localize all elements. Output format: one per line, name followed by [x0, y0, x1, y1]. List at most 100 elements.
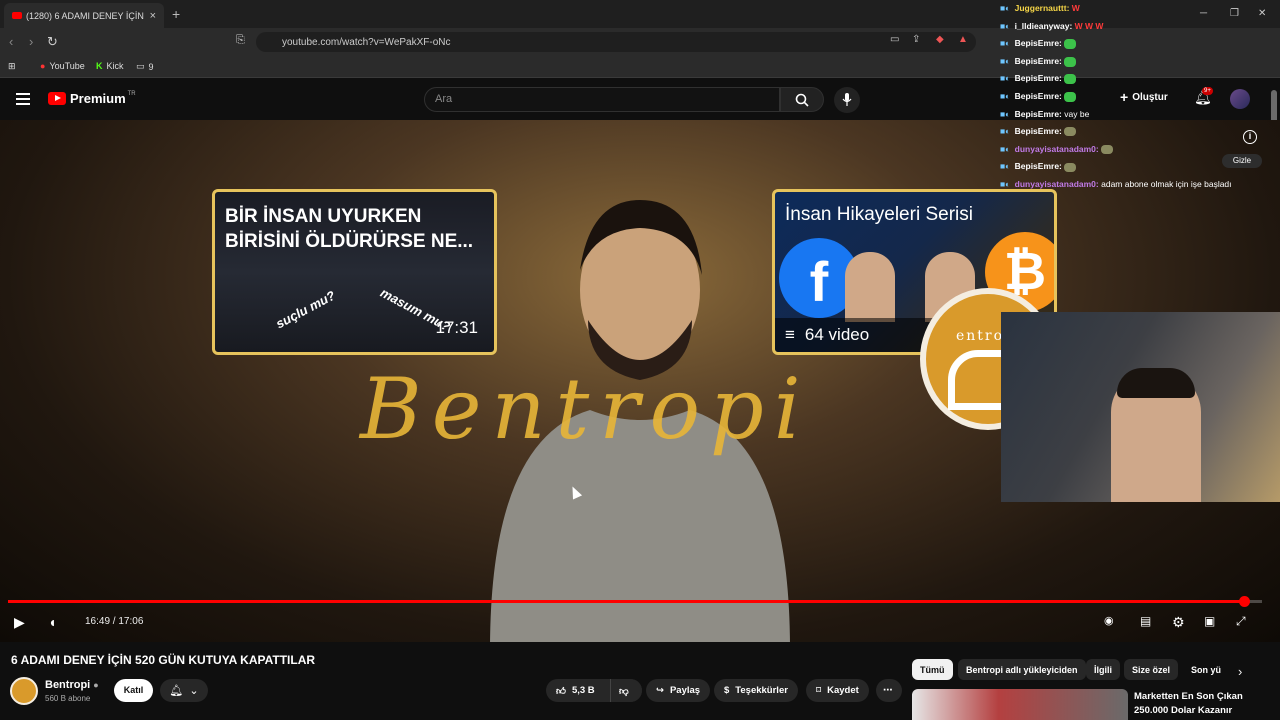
recommended-video-thumbnail[interactable]	[912, 689, 1128, 720]
chat-username[interactable]: BepisEmre:	[1015, 73, 1062, 83]
chat-message: ■◐ Juggernauttt: W	[1000, 0, 1270, 18]
new-tab-icon[interactable]: +	[172, 6, 180, 22]
chat-badge-icon: ■◐	[1000, 178, 1013, 189]
save-playlist-icon: ⌑	[816, 685, 822, 696]
chat-message: ■◐ dunyayisatanadam0:	[1000, 141, 1270, 159]
chat-username[interactable]: BepisEmre:	[1015, 126, 1062, 136]
fullscreen-icon[interactable]: ⤢	[1236, 614, 1246, 629]
recommended-video-title[interactable]: Marketten En Son Çıkan 250.000 Dolar Kaz…	[1134, 690, 1274, 718]
thanks-icon: $	[724, 685, 730, 696]
chat-username[interactable]: BepisEmre:	[1015, 56, 1062, 66]
dislike-button[interactable]: 👎︎	[610, 679, 642, 702]
bookmark-folder[interactable]: ▭ 9	[136, 61, 154, 72]
stream-chat-overlay: ■◐ Juggernauttt: W ■◐ i_lldieanyway: W W …	[1000, 0, 1270, 190]
subtitles-icon[interactable]: ▤	[1140, 614, 1151, 628]
menu-icon[interactable]	[16, 93, 30, 105]
chat-message: ■◐ BepisEmre:	[1000, 70, 1270, 88]
end-screen-video-card[interactable]: BİR İNSAN UYURKEN BİRİSİNİ ÖLDÜRÜRSE NE.…	[212, 189, 497, 355]
chat-badge-icon: ■◐	[1000, 161, 1013, 172]
chat-emote-icon	[1064, 74, 1077, 85]
channel-avatar[interactable]	[10, 677, 38, 705]
play-icon[interactable]: ▶	[14, 614, 25, 631]
chat-text: W W W	[1074, 20, 1104, 31]
bookmark-kick[interactable]: K Kick	[96, 61, 124, 71]
chip-for-you[interactable]: Size özel	[1124, 659, 1179, 680]
chat-badge-icon: ■◐	[1000, 55, 1013, 66]
chat-message: ■◐ BepisEmre: vay be	[1000, 106, 1270, 124]
miniplayer-icon[interactable]: ▣	[1204, 614, 1215, 628]
chat-message: ■◐ i_lldieanyway: W W W	[1000, 18, 1270, 36]
subscriber-count: 560 B abone	[45, 694, 91, 703]
time-display: 16:49 / 17:06	[85, 616, 143, 627]
chat-username[interactable]: BepisEmre:	[1015, 109, 1062, 119]
progress-fill	[8, 600, 1245, 603]
search-button[interactable]	[780, 87, 824, 112]
chat-badge-icon: ■◐	[1000, 73, 1013, 84]
url-bar[interactable]: youtube.com/watch?v=WePakXF-oNc	[256, 32, 976, 52]
youtube-play-icon	[48, 92, 66, 105]
more-actions-icon[interactable]: ⋯	[876, 679, 902, 702]
alert-icon[interactable]: ▲	[958, 34, 968, 45]
video-title: 6 ADAMI DENEY İÇİN 520 GÜN KUTUYA KAPATT…	[11, 653, 316, 667]
join-button[interactable]: Katıl	[114, 679, 153, 702]
chat-emote-icon	[1064, 162, 1077, 172]
bookmark-youtube[interactable]: ● YouTube	[40, 61, 85, 71]
close-tab-icon[interactable]: ×	[150, 10, 156, 22]
chat-text: W	[1071, 3, 1080, 13]
thanks-button[interactable]: $ Teşekkürler	[714, 679, 798, 702]
autoplay-toggle-icon[interactable]: ◉	[1104, 614, 1114, 627]
share-button[interactable]: ↪ Paylaş	[646, 679, 711, 702]
webcam-person-hair	[1117, 368, 1195, 398]
card-sticker: suçlu mu?	[273, 287, 338, 332]
chip-recent[interactable]: Son yü	[1183, 659, 1223, 680]
extension-icon[interactable]: ◆	[936, 34, 944, 45]
chat-username[interactable]: BepisEmre:	[1015, 161, 1062, 171]
save-button[interactable]: ⌑ Kaydet	[806, 679, 869, 702]
card-title: BİR İNSAN UYURKEN BİRİSİNİ ÖLDÜRÜRSE NE.…	[225, 206, 474, 252]
volume-icon[interactable]: ◖	[48, 614, 56, 630]
search-input[interactable]: Ara	[424, 87, 780, 112]
back-icon[interactable]: ‹	[9, 34, 13, 49]
share-icon[interactable]: ⇪	[912, 34, 920, 45]
chat-message: ■◐ BepisEmre:	[1000, 158, 1270, 176]
chat-emote-icon	[1101, 145, 1114, 154]
subscription-bell-button[interactable]: 🔔︎ ⌄	[160, 679, 208, 702]
chat-badge-icon: ■◐	[1000, 108, 1013, 119]
apps-icon[interactable]: ⊞	[8, 61, 16, 72]
thumbs-down-icon: 👎︎	[619, 685, 629, 697]
browser-tab[interactable]: (1280) 6 ADAMI DENEY İÇİN ×	[4, 3, 164, 28]
folder-icon: ▭	[136, 61, 145, 71]
chat-username[interactable]: Juggernauttt:	[1015, 3, 1070, 13]
microphone-icon	[842, 93, 852, 106]
channel-name[interactable]: Bentropi ●	[45, 679, 99, 691]
voice-search-button[interactable]	[834, 87, 860, 113]
chip-all[interactable]: Tümü	[912, 659, 953, 680]
chat-message: ■◐ BepisEmre:	[1000, 88, 1270, 106]
chat-username[interactable]: BepisEmre:	[1015, 38, 1062, 48]
chat-badge-icon: ■◐	[1000, 126, 1013, 137]
chat-emote-icon	[1064, 56, 1077, 67]
chat-username[interactable]: BepisEmre:	[1015, 91, 1062, 101]
chevron-down-icon: ⌄	[189, 685, 199, 697]
settings-gear-icon[interactable]: ⚙	[1172, 614, 1185, 631]
search-icon	[795, 93, 809, 107]
chat-message: ■◐ BepisEmre:	[1000, 123, 1270, 141]
forward-icon[interactable]: ›	[29, 34, 33, 49]
chip-uploader[interactable]: Bentropi adlı yükleyiciden	[958, 659, 1086, 680]
chat-text: adam abone olmak için işe başladı	[1101, 178, 1232, 189]
url-text: youtube.com/watch?v=WePakXF-oNc	[282, 36, 451, 48]
chip-related[interactable]: İlgili	[1086, 659, 1120, 680]
chevron-right-icon[interactable]: ›	[1238, 664, 1242, 679]
youtube-logo[interactable]: Premium TR	[48, 91, 136, 106]
chat-username[interactable]: i_lldieanyway:	[1015, 21, 1073, 31]
signature-overlay: Bentropi	[360, 360, 811, 458]
cast-icon[interactable]: ▭	[890, 34, 899, 45]
bookmark-page-icon[interactable]: ⎘	[236, 34, 245, 47]
bell-icon: 🔔︎	[169, 685, 184, 697]
chat-username[interactable]: dunyayisatanadam0:	[1015, 179, 1099, 189]
reload-icon[interactable]: ↻	[47, 34, 58, 50]
progress-bar[interactable]	[8, 596, 1262, 607]
chat-text: vay be	[1064, 108, 1090, 119]
streamer-webcam	[1001, 312, 1280, 502]
chat-username[interactable]: dunyayisatanadam0:	[1015, 144, 1099, 154]
